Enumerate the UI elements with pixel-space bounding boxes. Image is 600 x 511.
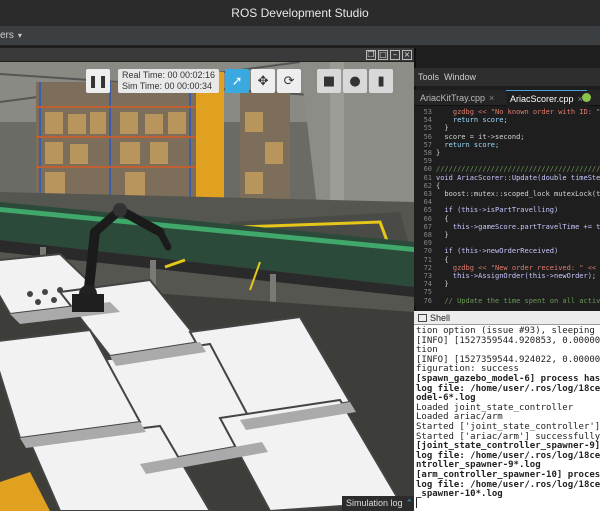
code-text: } <box>436 124 449 133</box>
code-text: return score; <box>436 116 508 125</box>
code-text: } <box>436 231 449 239</box>
sphere-shape-icon: ● <box>349 73 361 89</box>
gazebo-panel-header: ❐ □ – × <box>0 48 414 62</box>
tab-label: AriacScorer.cpp <box>510 94 574 104</box>
restore-icon[interactable]: ❐ <box>366 50 376 60</box>
code-text: } <box>436 280 449 289</box>
code-text: { <box>436 181 441 190</box>
code-text: return score; <box>436 140 500 149</box>
code-text: if (this->isPartTravelling) <box>436 206 559 215</box>
code-text: } <box>436 149 441 157</box>
gazebo-toolbar: ❚❚ Real Time: 00 00:02:16 Sim Time: 00 0… <box>86 68 394 94</box>
simulation-scene <box>0 62 414 511</box>
code-text: ////////////////////////////////////////… <box>436 165 600 174</box>
pause-button[interactable]: ❚❚ <box>86 69 110 93</box>
menu-bar: ers <box>0 26 600 46</box>
line-number: 76 <box>423 296 432 305</box>
maximize-icon[interactable]: □ <box>378 50 388 60</box>
text-cursor <box>416 498 417 508</box>
code-editor[interactable]: 53 gzdbg << "No known order with ID: " <… <box>414 106 600 306</box>
minimize-icon[interactable]: – <box>390 50 400 60</box>
select-mode-button[interactable]: ➚ <box>225 69 250 93</box>
status-indicator-icon <box>582 93 591 102</box>
translate-mode-button[interactable]: ✥ <box>251 69 276 93</box>
code-text: this->gameScore.partTravelTime += tim <box>436 222 600 231</box>
code-text: gzdbg << "No known order with ID: " << <box>436 108 600 116</box>
real-time-label: Real Time: 00 00:02:16 <box>122 70 216 80</box>
shell-line: [INFO] [1527359544.920853, 0.000000] <box>416 335 600 346</box>
tab-ariacscorer[interactable]: AriacScorer.cpp × <box>506 90 587 106</box>
select-arrow-icon: ➚ <box>231 73 243 89</box>
close-tab-icon[interactable]: × <box>489 93 494 103</box>
code-text: if (this->newOrderReceived) <box>436 247 559 256</box>
shell-output[interactable]: tion option (issue #93), sleeping fo [INF… <box>414 325 600 511</box>
chevron-up-icon: ⌃ <box>405 498 414 508</box>
insert-box-button[interactable]: ■ <box>317 69 342 93</box>
code-text: this->AssignOrder(this->newOrder); <box>436 272 597 280</box>
code-text: { <box>436 255 449 264</box>
insert-sphere-button[interactable]: ● <box>343 69 368 93</box>
terminal-icon <box>418 314 427 322</box>
close-icon[interactable]: × <box>402 50 412 60</box>
shell-title: Shell <box>430 313 451 323</box>
menu-item-partial[interactable]: ers <box>0 30 22 41</box>
sim-time-label: Sim Time: 00 00:00:34 <box>122 81 213 91</box>
simulation-log-toggle[interactable]: Simulation log ⌃ <box>342 496 414 511</box>
time-display: Real Time: 00 00:02:16 Sim Time: 00 00:0… <box>118 69 220 93</box>
insert-cylinder-button[interactable]: ▮ <box>369 69 394 93</box>
menu-item-tools[interactable]: Tools <box>418 72 439 82</box>
code-line: 76 // Update the time spent on all activ… <box>414 297 600 306</box>
shell-panel-header: Shell <box>414 311 600 325</box>
app-title: ROS Development Studio <box>231 6 369 20</box>
code-text: // Update the time spent on all active <box>436 296 600 305</box>
cylinder-shape-icon: ▮ <box>377 73 385 89</box>
box-shape-icon: ■ <box>322 73 336 89</box>
translate-icon: ✥ <box>257 73 269 89</box>
rotate-icon: ⟳ <box>283 73 295 89</box>
tab-label: AriacKitTray.cpp <box>420 93 486 103</box>
pause-icon: ❚❚ <box>87 74 109 88</box>
editor-tabs: AriacKitTray.cpp × AriacScorer.cpp × <box>414 90 600 106</box>
code-text: gzdbg << "New order received: " << th <box>436 263 600 272</box>
menu-item-window[interactable]: Window <box>444 72 476 82</box>
title-bar: ROS Development Studio <box>0 0 600 26</box>
code-text: { <box>436 214 449 223</box>
rotate-mode-button[interactable]: ⟳ <box>277 69 302 93</box>
gazebo-3d-viewport[interactable] <box>0 62 414 511</box>
shell-line: _spawner-10*.log <box>416 489 503 500</box>
code-text: boost::mutex::scoped_lock mutexLock(this <box>436 190 600 198</box>
code-text: score = it->second; <box>436 132 525 141</box>
editor-menu-bar: Tools Window <box>414 68 600 86</box>
code-text: void AriacScorer::Update(double timeStep… <box>436 173 600 182</box>
simulation-log-label: Simulation log <box>346 498 403 508</box>
tab-ariackittray[interactable]: AriacKitTray.cpp × <box>416 90 498 106</box>
